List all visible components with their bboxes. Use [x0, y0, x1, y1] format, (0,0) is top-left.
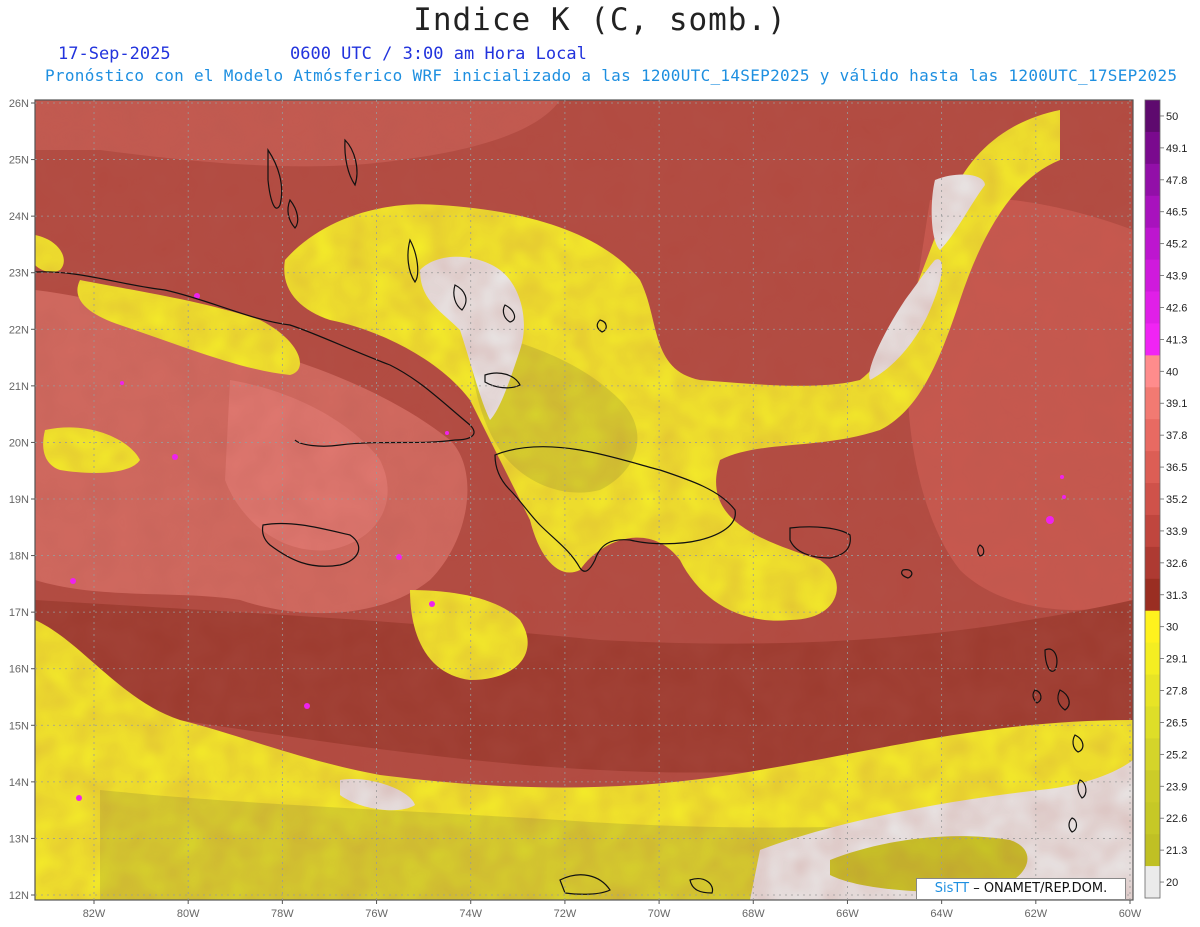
lon-label: 78W	[271, 908, 294, 920]
colorbar-swatch	[1145, 291, 1160, 324]
colorbar-label: 49.1	[1166, 143, 1187, 155]
colorbar-swatch	[1145, 514, 1160, 548]
colorbar-label: 41.3	[1166, 334, 1187, 346]
lon-label: 64W	[930, 908, 953, 920]
credit-box: SisTT – ONAMET/REP.DOM.	[916, 878, 1126, 900]
colorbar-swatch	[1145, 578, 1160, 612]
colorbar-label: 25.2	[1166, 749, 1187, 761]
colorbar-swatch	[1145, 100, 1160, 133]
lat-labels: 26N 25N 24N 23N 22N 21N 20N 19N 18N 17N 16N 15N 14N 1…	[9, 98, 29, 902]
lon-label: 72W	[554, 908, 577, 920]
colorbar-swatch	[1145, 323, 1160, 356]
colorbar-swatch	[1145, 355, 1160, 388]
colorbar-label: 40	[1166, 366, 1178, 378]
colorbar-swatch	[1145, 834, 1160, 867]
lon-label: 70W	[648, 908, 671, 920]
colorbar-label: 47.8	[1166, 175, 1187, 187]
colorbar-swatch	[1145, 483, 1160, 516]
colorbar-label: 30	[1166, 622, 1178, 634]
lat-label: 16N	[9, 664, 29, 676]
colorbar-label: 42.6	[1166, 302, 1187, 314]
colorbar-swatch	[1145, 419, 1160, 452]
colorbar-swatch	[1145, 738, 1160, 771]
lat-label: 22N	[9, 324, 29, 336]
colorbar-label: 32.6	[1166, 558, 1187, 570]
colorbar-label: 39.1	[1166, 398, 1187, 410]
colorbar-label: 31.3	[1166, 590, 1187, 602]
lat-label: 14N	[9, 777, 29, 789]
colorbar-label: 45.2	[1166, 239, 1187, 251]
lat-label: 15N	[9, 720, 29, 732]
colorbar-label: 46.5	[1166, 207, 1187, 219]
colorbar-swatch	[1145, 131, 1160, 165]
colorbar-swatch	[1145, 610, 1160, 644]
lon-label: 82W	[83, 908, 106, 920]
colorbar-swatch	[1145, 802, 1160, 835]
colorbar-label: 26.5	[1166, 717, 1187, 729]
map-plot-area	[35, 100, 1133, 900]
lat-label: 24N	[9, 211, 29, 223]
colorbar-label: 50	[1166, 111, 1178, 123]
lat-label: 19N	[9, 494, 29, 506]
colorbar-swatch	[1145, 674, 1160, 707]
colorbar-swatch	[1145, 451, 1160, 484]
lon-label: 62W	[1025, 908, 1048, 920]
colorbar-swatch	[1145, 546, 1160, 580]
colorbar-label: 23.9	[1166, 781, 1187, 793]
colorbar-swatch	[1145, 195, 1160, 229]
colorbar-label: 27.8	[1166, 686, 1187, 698]
lon-label: 68W	[742, 908, 765, 920]
colorbar-swatch	[1145, 259, 1160, 293]
lat-label: 17N	[9, 607, 29, 619]
lat-label: 18N	[9, 551, 29, 563]
colorbar-label: 43.9	[1166, 271, 1187, 283]
credit-org: – ONAMET/REP.DOM.	[969, 881, 1108, 896]
lat-label: 26N	[9, 98, 29, 110]
lat-label: 20N	[9, 437, 29, 449]
colorbar-swatch	[1145, 866, 1160, 899]
colorbar-label: 22.6	[1166, 813, 1187, 825]
colorbar-label: 20	[1166, 877, 1178, 889]
lon-label: 74W	[459, 908, 482, 920]
lon-label: 66W	[836, 908, 859, 920]
field-texture	[35, 100, 1133, 900]
colorbar-label: 29.1	[1166, 654, 1187, 666]
colorbar: 50 49.1 47.8 46.5 45.2 43.9 42.6 41.3 40 39.1 37.8…	[1144, 99, 1187, 899]
colorbar-swatch	[1145, 163, 1160, 197]
lon-label: 76W	[365, 908, 388, 920]
lon-labels: 82W 80W 78W 76W 74W 72W 70W 68W 66W 64W 62W 60W	[83, 908, 1142, 920]
lat-label: 21N	[9, 381, 29, 393]
lat-label: 13N	[9, 833, 29, 845]
colorbar-swatch	[1145, 642, 1160, 676]
colorbar-swatch	[1145, 387, 1160, 420]
lat-label: 23N	[9, 268, 29, 280]
colorbar-label: 33.9	[1166, 526, 1187, 538]
colorbar-swatch	[1145, 770, 1160, 803]
sistt-logo: SisTT	[934, 881, 970, 896]
lon-label: 80W	[177, 908, 200, 920]
colorbar-label: 37.8	[1166, 430, 1187, 442]
lat-label: 25N	[9, 155, 29, 167]
colorbar-swatch	[1145, 706, 1160, 739]
colorbar-label: 21.3	[1166, 845, 1187, 857]
colorbar-label: 36.5	[1166, 462, 1187, 474]
colorbar-swatch	[1145, 227, 1160, 261]
lat-label: 12N	[9, 890, 29, 902]
lon-label: 60W	[1119, 908, 1142, 920]
colorbar-label: 35.2	[1166, 494, 1187, 506]
map-figure: 26N 25N 24N 23N 22N 21N 20N 19N 18N 17N 16N 15N 14N 1…	[9, 98, 1188, 920]
